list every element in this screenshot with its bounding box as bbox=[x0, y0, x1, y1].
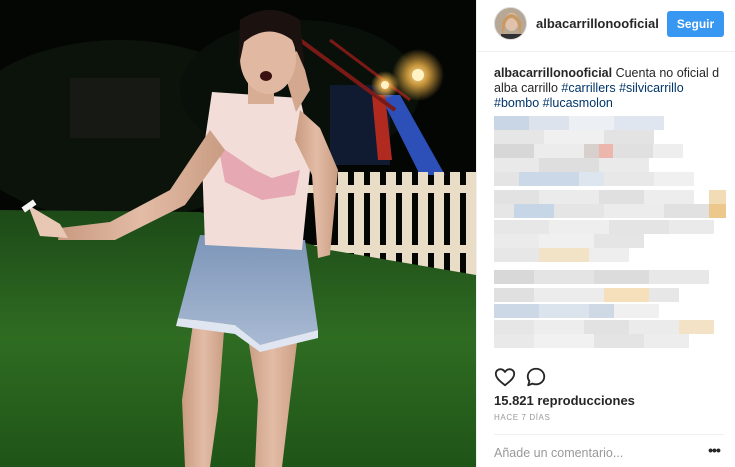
pixelated-comment bbox=[494, 304, 694, 318]
pixelated-comments bbox=[494, 112, 726, 362]
caption: albacarrillonooficial Cuenta no oficial … bbox=[494, 66, 724, 111]
hashtag-link[interactable]: #carrillers bbox=[561, 81, 615, 95]
pixelated-comment bbox=[494, 220, 719, 234]
pixelated-comment bbox=[494, 270, 709, 284]
pixelated-comment bbox=[494, 234, 714, 248]
hashtag-link[interactable]: #bombo bbox=[494, 96, 539, 110]
pixelated-comment bbox=[494, 288, 726, 302]
heart-icon[interactable] bbox=[494, 366, 518, 390]
avatar-image bbox=[495, 8, 526, 39]
post-actions bbox=[494, 366, 724, 390]
header-username[interactable]: albacarrillonooficial bbox=[536, 16, 659, 31]
comment-icon[interactable] bbox=[525, 366, 549, 390]
comment-input[interactable] bbox=[494, 444, 694, 462]
pixelated-comment bbox=[494, 248, 694, 262]
caption-username[interactable]: albacarrillonooficial bbox=[494, 66, 612, 80]
post-sidebar: albacarrillonooficial Seguir albacarrill… bbox=[476, 0, 735, 467]
pixelated-comment bbox=[494, 158, 694, 172]
post-timestamp[interactable]: HACE 7 DÍAS bbox=[494, 413, 550, 422]
pixelated-comment bbox=[494, 190, 726, 204]
pixelated-comment bbox=[494, 320, 726, 334]
hashtag-link[interactable]: #lucasmolon bbox=[543, 96, 613, 110]
more-options-icon[interactable]: ••• bbox=[704, 443, 724, 461]
follow-button[interactable]: Seguir bbox=[667, 11, 724, 37]
pixelated-comment bbox=[494, 144, 714, 158]
hashtag-link[interactable]: #silvicarrillo bbox=[619, 81, 684, 95]
pixelated-comment bbox=[494, 130, 694, 144]
video-frame bbox=[0, 0, 476, 467]
pixelated-comment bbox=[494, 334, 709, 348]
post-header: albacarrillonooficial Seguir bbox=[477, 0, 735, 52]
add-comment-section: ••• bbox=[494, 434, 724, 467]
pixelated-comment bbox=[494, 116, 664, 130]
avatar[interactable] bbox=[494, 7, 527, 40]
pixelated-comment bbox=[494, 172, 724, 186]
pixelated-comment bbox=[494, 204, 726, 218]
view-count: 15.821 reproducciones bbox=[494, 393, 635, 408]
post-video[interactable] bbox=[0, 0, 476, 467]
